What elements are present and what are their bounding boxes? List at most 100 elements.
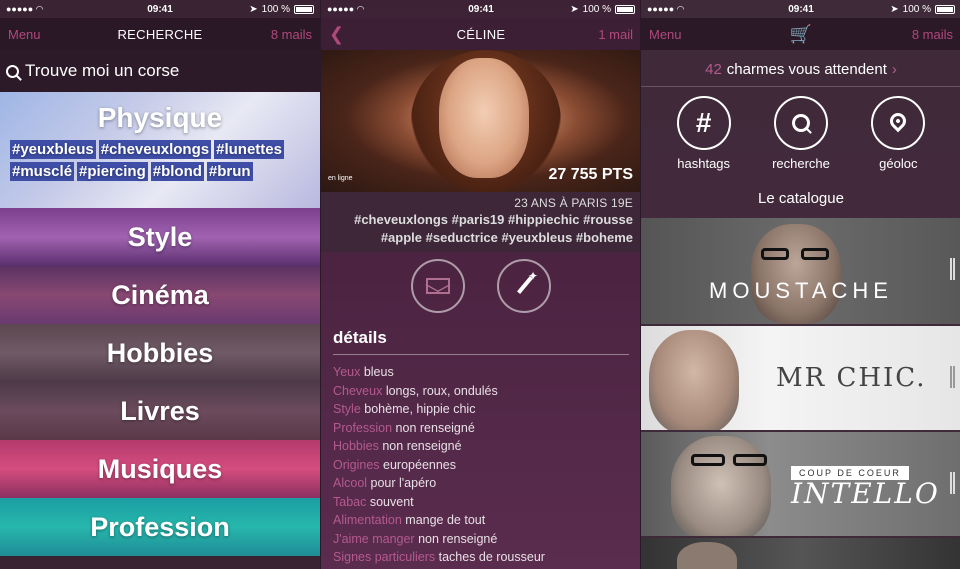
battery-text: 100 %	[582, 3, 611, 15]
charmes-count: 42	[705, 60, 722, 78]
mails-button[interactable]: 8 mails	[912, 27, 953, 42]
geoloc-button[interactable]: géoloc	[853, 96, 943, 171]
glasses-icon	[733, 454, 767, 466]
detail-row: Alcool pour l'apéro	[333, 476, 437, 490]
battery-icon	[294, 4, 314, 14]
detail-row: Origines européennes	[333, 457, 457, 472]
send-mail-button[interactable]	[411, 259, 465, 313]
battery-text: 100 %	[902, 3, 931, 15]
battery-icon	[935, 4, 955, 14]
battery-icon	[615, 4, 635, 14]
detail-row: Alimentation mange de tout	[333, 513, 486, 527]
geoloc-label: géoloc	[879, 156, 918, 171]
menu-button[interactable]: Menu	[649, 27, 682, 42]
profile-actions	[321, 252, 640, 320]
drag-handle-icon[interactable]	[950, 472, 955, 494]
mails-button[interactable]: 1 mail	[598, 27, 633, 42]
tag-chip[interactable]: #blond	[150, 162, 204, 181]
detail-row: Profession non renseigné	[333, 420, 475, 435]
banner-photo	[671, 436, 771, 536]
recherche-button[interactable]: recherche	[756, 96, 846, 171]
profile-photo[interactable]: en ligne 27 755 PTS	[321, 50, 640, 192]
category-label: Physique	[97, 102, 223, 133]
age-city: 23 ANS À PARIS 19E	[514, 196, 633, 210]
glasses-icon	[761, 248, 789, 260]
category-physique[interactable]: Physique #yeuxbleus #cheveuxlongs #lunet…	[0, 92, 320, 208]
profile-tags-line-1: #cheveuxlongs #paris19 #hippiechic #rous…	[354, 212, 633, 227]
banner-photo	[677, 542, 737, 569]
mails-button[interactable]: 8 mails	[271, 27, 312, 42]
signal-icon: ●●●●● ◠	[327, 3, 365, 14]
catalog-list: MOUSTACHE MR CHIC. COUP DE COEUR INTELLO	[641, 218, 960, 569]
detail-row: Cheveux longs, roux, ondulés	[333, 383, 498, 398]
details-section: détails Yeux bleus Cheveux longs, roux, …	[321, 322, 640, 567]
category-hobbies[interactable]: Hobbies	[0, 324, 320, 382]
divider	[641, 86, 960, 87]
tag-chip[interactable]: #lunettes	[214, 140, 284, 159]
search-icon	[791, 114, 810, 132]
tag-chip[interactable]: #yeuxbleus	[10, 140, 96, 159]
recherche-label: recherche	[772, 156, 830, 171]
tag-chip[interactable]: #brun	[206, 162, 253, 181]
category-profession[interactable]: Profession	[0, 498, 320, 556]
location-icon: ➤	[890, 3, 899, 15]
menu-button[interactable]: Menu	[8, 27, 41, 42]
hashtag-icon: #	[695, 107, 712, 138]
charmes-banner[interactable]: 42 charmes vous attendent ›	[641, 52, 960, 86]
signal-icon: ●●●●● ◠	[647, 3, 685, 14]
status-bar: ●●●●● ◠ 09:41 ➤ 100 %	[641, 0, 960, 18]
details-title: détails	[333, 322, 629, 355]
category-cinema[interactable]: Cinéma	[0, 266, 320, 324]
hashtags-label: hashtags	[677, 156, 731, 171]
magic-wand-icon	[510, 269, 538, 300]
detail-row: Yeux bleus	[333, 365, 394, 379]
location-pin-icon	[886, 109, 910, 133]
profile-info: 23 ANS À PARIS 19E #cheveuxlongs #paris1…	[321, 192, 640, 252]
profile-tags-line-2: #apple #seductrice #yeuxbleus #boheme	[380, 230, 633, 245]
nav-bar: Menu 🛒 8 mails	[641, 18, 960, 50]
hashtags-button[interactable]: # hashtags	[659, 96, 749, 171]
catalog-mr-chic[interactable]: MR CHIC.	[641, 324, 960, 430]
location-icon: ➤	[249, 3, 258, 15]
charm-button[interactable]	[497, 259, 551, 313]
shortcut-buttons: # hashtags recherche géoloc	[641, 96, 960, 171]
detail-row: Tabac souvent	[333, 494, 414, 509]
nav-bar: Menu RECHERCHE 8 mails	[0, 18, 320, 50]
banner-title: MOUSTACHE	[709, 278, 893, 303]
category-musiques[interactable]: Musiques	[0, 440, 320, 498]
detail-row: Hobbies non renseigné	[333, 439, 462, 453]
catalog-next[interactable]	[641, 536, 960, 569]
online-status: en ligne	[328, 175, 353, 182]
category-livres[interactable]: Livres	[0, 382, 320, 440]
tag-list: #yeuxbleus #cheveuxlongs #lunettes #musc…	[0, 140, 320, 181]
tag-chip[interactable]: #cheveuxlongs	[98, 140, 212, 159]
charmes-text: charmes vous attendent	[726, 60, 887, 78]
banner-photo	[649, 330, 739, 430]
banner-title: INTELLO	[791, 477, 940, 510]
tag-chip[interactable]: #piercing	[77, 162, 148, 181]
tag-chip[interactable]: #musclé	[10, 162, 75, 181]
search-bar[interactable]: Trouve moi un corse	[0, 50, 320, 92]
category-list: Physique #yeuxbleus #cheveuxlongs #lunet…	[0, 92, 320, 556]
drag-handle-icon[interactable]	[950, 366, 955, 388]
points-score: 27 755 PTS	[548, 166, 634, 183]
catalog-title: Le catalogue	[758, 190, 844, 207]
banner-title: MR CHIC.	[776, 363, 927, 393]
catalog-moustache[interactable]: MOUSTACHE	[641, 218, 960, 324]
screen-home: ●●●●● ◠ 09:41 ➤ 100 % Menu 🛒 8 mails 42 c…	[640, 0, 960, 569]
detail-row: Signes particuliers taches de rousseur	[333, 550, 545, 564]
profile-name: CÉLINE	[456, 26, 506, 42]
battery-text: 100 %	[261, 3, 290, 15]
location-icon: ➤	[570, 3, 579, 15]
photo-face	[439, 58, 529, 178]
drag-handle-icon[interactable]	[950, 258, 955, 280]
search-input[interactable]: Trouve moi un corse	[25, 61, 179, 81]
status-bar: ●●●●● ◠ 09:41 ➤ 100 %	[0, 0, 320, 18]
chevron-right-icon: ›	[891, 60, 897, 78]
catalog-intello[interactable]: COUP DE COEUR INTELLO	[641, 430, 960, 536]
status-bar: ●●●●● ◠ 09:41 ➤ 100 %	[321, 0, 640, 18]
glasses-icon	[691, 454, 725, 466]
signal-icon: ●●●●● ◠	[6, 3, 44, 14]
category-style[interactable]: Style	[0, 208, 320, 266]
banner-photo	[751, 224, 841, 324]
